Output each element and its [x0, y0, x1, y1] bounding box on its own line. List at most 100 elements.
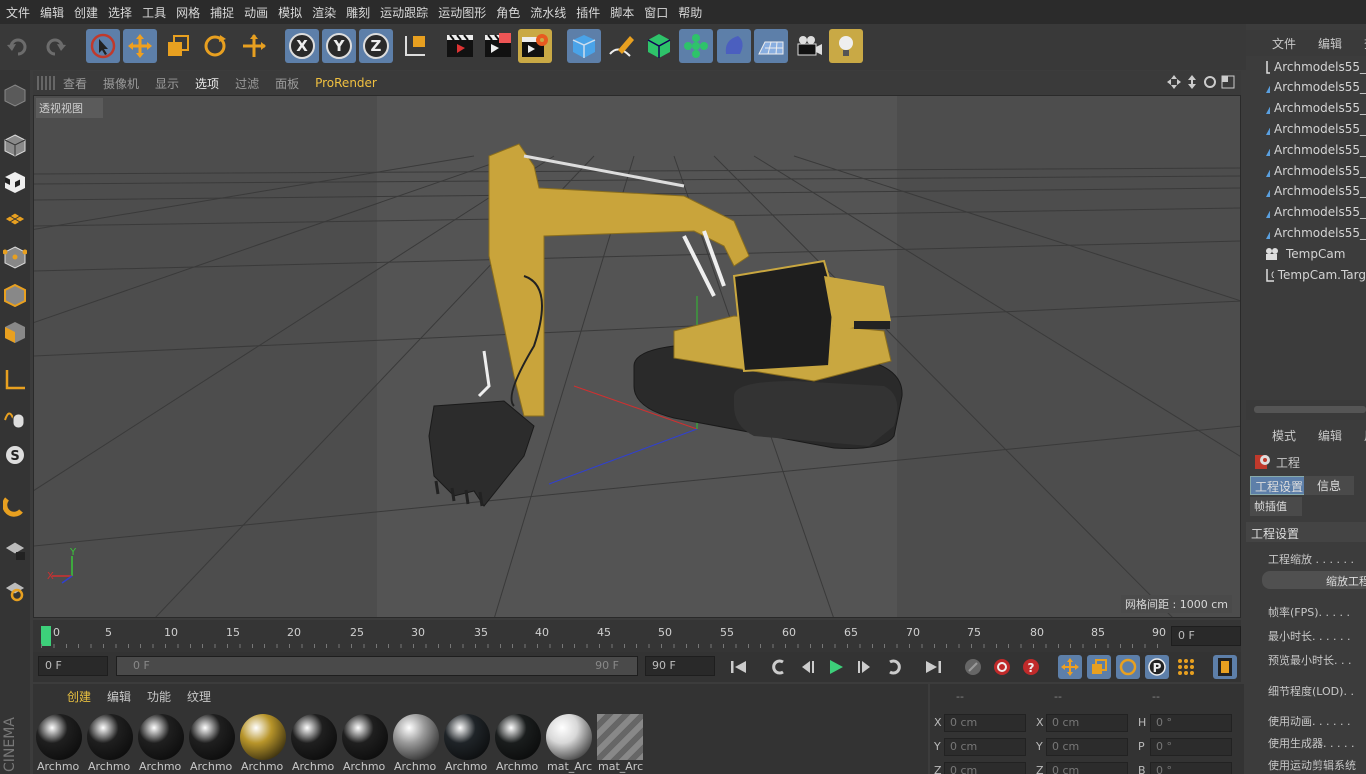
- scale-x-field[interactable]: 0 cm: [1046, 714, 1128, 732]
- object-row[interactable]: Archmodels55_: [1246, 222, 1366, 243]
- tab-project-settings[interactable]: 工程设置: [1250, 476, 1309, 495]
- material-menu-function[interactable]: 功能: [139, 688, 179, 705]
- render-settings-icon[interactable]: [518, 29, 552, 63]
- timeline[interactable]: 0 5 10 15 20 25 30 35 40 45 50 55 60 65 …: [33, 620, 1241, 652]
- object-row[interactable]: Archmodels55_: [1246, 160, 1366, 181]
- zoom-icon[interactable]: [1185, 75, 1199, 89]
- rotate-icon[interactable]: [198, 29, 232, 63]
- material-swatch[interactable]: Archmo: [239, 712, 287, 774]
- scale-z-field[interactable]: 0 cm: [1046, 762, 1128, 774]
- drag-handle-icon[interactable]: [37, 76, 55, 90]
- object-row[interactable]: 0TempCam.Targ: [1246, 264, 1366, 285]
- rotation-h-field[interactable]: 0 °: [1150, 714, 1232, 732]
- key-point-level-icon[interactable]: [1174, 655, 1198, 679]
- redo-icon[interactable]: [37, 29, 71, 63]
- object-row[interactable]: Archmodels55_: [1246, 98, 1366, 119]
- tab-frame-interpolation[interactable]: 帧插值: [1250, 497, 1302, 516]
- material-menu-edit[interactable]: 编辑: [99, 688, 139, 705]
- axis-mode-icon[interactable]: [2, 365, 28, 395]
- cube-primitive-icon[interactable]: [567, 29, 601, 63]
- y-axis-icon[interactable]: Y: [322, 29, 356, 63]
- mograph-cloner-icon[interactable]: [679, 29, 713, 63]
- attribute-menu-mode[interactable]: 模式: [1272, 427, 1304, 444]
- previous-key-button[interactable]: [766, 655, 790, 679]
- menu-window[interactable]: 窗口: [640, 4, 674, 21]
- menu-motion-tracking[interactable]: 运动跟踪: [376, 4, 434, 21]
- timeline-playhead[interactable]: [41, 626, 51, 646]
- render-view-icon[interactable]: [443, 29, 477, 63]
- menu-tools[interactable]: 工具: [138, 4, 172, 21]
- texture-mode-icon[interactable]: [2, 167, 28, 197]
- menu-character[interactable]: 角色: [492, 4, 526, 21]
- menu-snap[interactable]: 捕捉: [206, 4, 240, 21]
- object-row[interactable]: Archmodels55_: [1246, 77, 1366, 98]
- maximize-view-icon[interactable]: [1221, 75, 1235, 89]
- menu-file[interactable]: 文件: [2, 4, 36, 21]
- edges-mode-icon[interactable]: [2, 280, 28, 310]
- material-swatch[interactable]: Archmo: [188, 712, 236, 774]
- viewport-menu-filter[interactable]: 过滤: [227, 75, 267, 92]
- key-rotation-icon[interactable]: [1116, 655, 1140, 679]
- perspective-viewport[interactable]: Y X 透视视图 网格间距 : 1000 cm: [33, 95, 1241, 618]
- transform-icon[interactable]: [237, 29, 271, 63]
- material-swatch[interactable]: Archmo: [494, 712, 542, 774]
- record-keys-disabled-icon[interactable]: [961, 655, 985, 679]
- frame-range-slider[interactable]: 0 F 90 F: [116, 656, 638, 676]
- material-swatch[interactable]: mat_Arc: [596, 712, 644, 774]
- light-icon[interactable]: [829, 29, 863, 63]
- position-y-field[interactable]: 0 cm: [944, 738, 1026, 756]
- end-frame-field[interactable]: 90 F: [645, 656, 715, 676]
- attribute-menu-edit[interactable]: 编辑: [1318, 427, 1350, 444]
- menu-render[interactable]: 渲染: [308, 4, 342, 21]
- viewport-menu-panel[interactable]: 面板: [267, 75, 307, 92]
- object-row[interactable]: Archmodels55_: [1246, 181, 1366, 202]
- pen-spline-icon[interactable]: [605, 29, 639, 63]
- viewport-menu-view[interactable]: 查看: [55, 75, 95, 92]
- timeline-ruler[interactable]: 0 5 10 15 20 25 30 35 40 45 50 55 60 65 …: [41, 624, 1168, 648]
- material-swatch[interactable]: Archmo: [392, 712, 440, 774]
- tab-info[interactable]: 信息: [1304, 476, 1354, 495]
- menu-animate[interactable]: 动画: [240, 4, 274, 21]
- object-row[interactable]: Archmodels55_: [1246, 139, 1366, 160]
- polygons-mode-icon[interactable]: [2, 317, 28, 347]
- menu-mesh[interactable]: 网格: [172, 4, 206, 21]
- undo-icon[interactable]: [2, 29, 36, 63]
- object-menu-edit[interactable]: 编辑: [1318, 35, 1350, 52]
- go-to-end-button[interactable]: [921, 655, 945, 679]
- viewport-menu-prorender[interactable]: ProRender: [307, 76, 385, 90]
- menu-select[interactable]: 选择: [104, 4, 138, 21]
- rotation-b-field[interactable]: 0 °: [1150, 762, 1232, 774]
- material-swatch[interactable]: Archmo: [35, 712, 83, 774]
- model-mode-icon[interactable]: [2, 130, 28, 160]
- next-key-button[interactable]: [883, 655, 907, 679]
- menu-help[interactable]: 帮助: [674, 4, 708, 21]
- play-button[interactable]: [824, 655, 848, 679]
- menu-pipeline[interactable]: 流水线: [526, 4, 572, 21]
- next-frame-button[interactable]: [853, 655, 877, 679]
- position-x-field[interactable]: 0 cm: [944, 714, 1026, 732]
- workplane-icon[interactable]: [2, 204, 28, 234]
- material-menu-texture[interactable]: 纹理: [179, 688, 219, 705]
- x-axis-icon[interactable]: X: [285, 29, 319, 63]
- menu-script[interactable]: 脚本: [606, 4, 640, 21]
- object-manager-scrollbar[interactable]: [1246, 400, 1366, 420]
- previous-frame-button[interactable]: [795, 655, 819, 679]
- key-scale-icon[interactable]: [1087, 655, 1111, 679]
- orbit-icon[interactable]: [1203, 75, 1217, 89]
- start-frame-field[interactable]: 0 F: [38, 656, 108, 676]
- tweak-mode-icon[interactable]: [2, 403, 28, 433]
- scale-icon[interactable]: [161, 29, 195, 63]
- material-swatch[interactable]: Archmo: [443, 712, 491, 774]
- position-z-field[interactable]: 0 cm: [944, 762, 1026, 774]
- auto-keying-icon[interactable]: [990, 655, 1014, 679]
- material-menu-create[interactable]: 创建: [59, 688, 99, 705]
- go-to-start-button[interactable]: [727, 655, 751, 679]
- material-swatch[interactable]: Archmo: [86, 712, 134, 774]
- scale-y-field[interactable]: 0 cm: [1046, 738, 1128, 756]
- select-cursor-icon[interactable]: [86, 29, 120, 63]
- scale-project-button[interactable]: 缩放工程: [1262, 571, 1366, 589]
- viewport-menu-options[interactable]: 选项: [187, 75, 227, 92]
- snap-icon[interactable]: [2, 490, 28, 520]
- deformer-icon[interactable]: [717, 29, 751, 63]
- workplane-rotate-icon[interactable]: [2, 575, 28, 605]
